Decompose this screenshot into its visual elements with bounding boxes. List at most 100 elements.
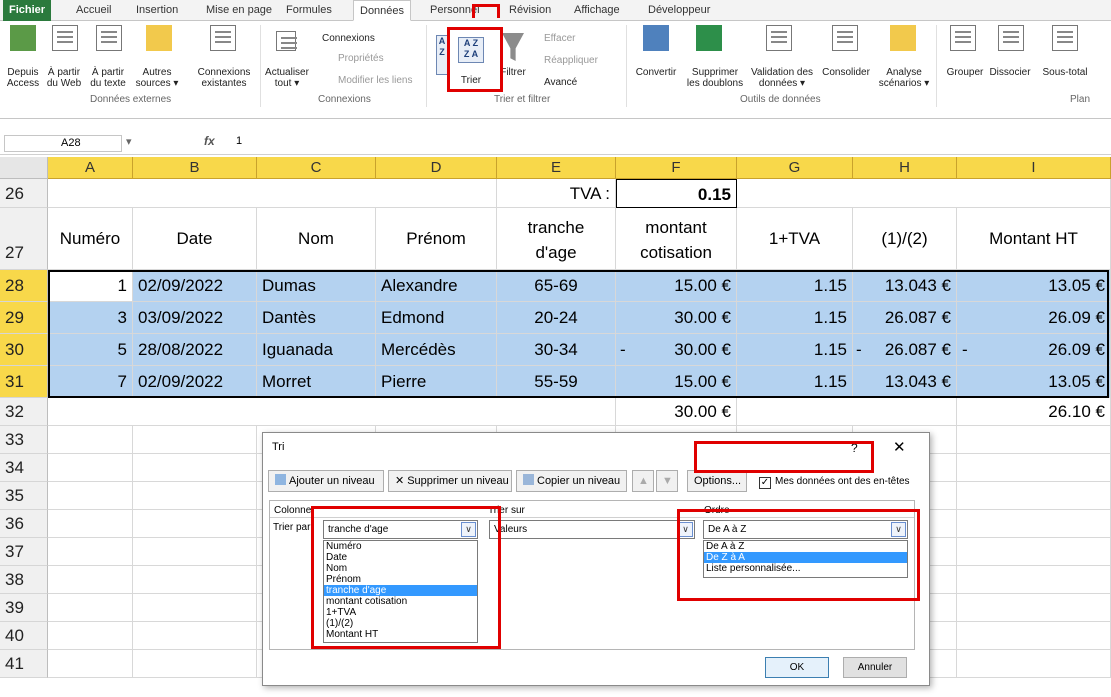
function-icon[interactable]: fx bbox=[204, 134, 215, 148]
row-header[interactable]: 34 bbox=[0, 454, 48, 482]
empty-cell[interactable] bbox=[48, 566, 133, 594]
empty-cell[interactable] bbox=[133, 594, 257, 622]
row-header[interactable]: 30 bbox=[0, 334, 48, 366]
table-cell[interactable]: 15.00 € bbox=[616, 270, 737, 302]
table-cell[interactable]: Morret bbox=[257, 366, 376, 398]
tab-donnees[interactable]: Données bbox=[353, 0, 412, 21]
subtotal-button[interactable]: Sous-total bbox=[1036, 67, 1094, 78]
row-header[interactable]: 35 bbox=[0, 482, 48, 510]
row-header[interactable]: 39 bbox=[0, 594, 48, 622]
column-header-e[interactable]: E bbox=[497, 157, 616, 179]
table-cell[interactable]: 26.09 € bbox=[957, 302, 1111, 334]
existing-connections-button[interactable]: Connexions existantes bbox=[194, 67, 254, 89]
copy-level-button[interactable]: Copier un niveau bbox=[516, 470, 627, 492]
empty-cell[interactable] bbox=[48, 510, 133, 538]
formula-input[interactable]: 1 bbox=[236, 135, 242, 147]
table-cell[interactable]: Dantès bbox=[257, 302, 376, 334]
ungroup-button[interactable]: Dissocier bbox=[986, 67, 1034, 78]
empty-cell[interactable] bbox=[133, 650, 257, 678]
table-cell[interactable]: Iguanada bbox=[257, 334, 376, 366]
convert-button[interactable]: Convertir bbox=[630, 67, 682, 78]
table-cell[interactable]: 26.087 € bbox=[853, 334, 957, 366]
move-down-button[interactable]: ▼ bbox=[656, 470, 678, 492]
empty-cell[interactable] bbox=[133, 482, 257, 510]
table-cell[interactable]: Dumas bbox=[257, 270, 376, 302]
table-cell[interactable]: 1.15 bbox=[737, 334, 853, 366]
table-cell[interactable]: 02/09/2022 bbox=[133, 366, 257, 398]
empty-cell[interactable] bbox=[133, 538, 257, 566]
column-header-a[interactable]: A bbox=[48, 157, 133, 179]
column-header-c[interactable]: C bbox=[257, 157, 376, 179]
table-cell[interactable]: 15.00 € bbox=[616, 366, 737, 398]
tab-developpeur[interactable]: Développeur bbox=[648, 0, 710, 21]
empty-cell[interactable] bbox=[957, 510, 1111, 538]
table-cell[interactable]: 3 bbox=[48, 302, 133, 334]
data-validation-button[interactable]: Validation des données ▾ bbox=[748, 67, 816, 89]
tab-revision[interactable]: Révision bbox=[509, 0, 551, 21]
empty-cell[interactable] bbox=[48, 482, 133, 510]
cancel-button[interactable]: Annuler bbox=[843, 657, 907, 678]
empty-cell[interactable] bbox=[48, 454, 133, 482]
table-cell[interactable]: 30-34 bbox=[497, 334, 616, 366]
name-box[interactable]: A28 bbox=[4, 135, 122, 152]
table-cell[interactable]: 20-24 bbox=[497, 302, 616, 334]
table-cell[interactable]: 13.043 € bbox=[853, 270, 957, 302]
delete-level-button[interactable]: ✕ Supprimer un niveau bbox=[388, 470, 512, 492]
empty-cells[interactable] bbox=[737, 398, 957, 426]
table-cell[interactable]: 30.00 € bbox=[616, 302, 737, 334]
table-cell[interactable]: 26.09 € bbox=[957, 334, 1111, 366]
move-up-button[interactable]: ▲ bbox=[632, 470, 654, 492]
empty-cell[interactable] bbox=[48, 594, 133, 622]
total-ht-cell[interactable]: 26.10 € bbox=[957, 398, 1111, 426]
empty-cell[interactable] bbox=[957, 482, 1111, 510]
ok-button[interactable]: OK bbox=[765, 657, 829, 678]
table-cell[interactable]: 28/08/2022 bbox=[133, 334, 257, 366]
table-cell[interactable]: 5 bbox=[48, 334, 133, 366]
table-cell[interactable]: 03/09/2022 bbox=[133, 302, 257, 334]
empty-cell[interactable] bbox=[133, 622, 257, 650]
header-ratio[interactable]: (1)/(2) bbox=[853, 208, 957, 270]
column-header-f[interactable]: F bbox=[616, 157, 737, 179]
row-header[interactable]: 26 bbox=[0, 179, 48, 208]
row-header[interactable]: 38 bbox=[0, 566, 48, 594]
advanced-filter-link[interactable]: Avancé bbox=[544, 77, 577, 88]
empty-cell[interactable] bbox=[957, 566, 1111, 594]
row-header[interactable]: 36 bbox=[0, 510, 48, 538]
empty-cell[interactable] bbox=[957, 650, 1111, 678]
headers-checkbox[interactable]: ✓ bbox=[759, 477, 771, 489]
row-header[interactable]: 41 bbox=[0, 650, 48, 678]
tab-mise-en-page[interactable]: Mise en page bbox=[206, 0, 272, 21]
table-cell[interactable]: Alexandre bbox=[376, 270, 497, 302]
table-cell[interactable]: 13.05 € bbox=[957, 366, 1111, 398]
table-cell[interactable]: 1 bbox=[48, 270, 133, 302]
header-tva[interactable]: 1+TVA bbox=[737, 208, 853, 270]
remove-duplicates-button[interactable]: Supprimer les doublons bbox=[684, 67, 746, 89]
empty-cell[interactable] bbox=[48, 426, 133, 454]
empty-cell[interactable] bbox=[48, 650, 133, 678]
header-tranche[interactable]: tranche d'age bbox=[497, 208, 616, 270]
table-cell[interactable]: 26.087 € bbox=[853, 302, 957, 334]
reapply-link[interactable]: Réappliquer bbox=[544, 55, 598, 66]
tab-accueil[interactable]: Accueil bbox=[76, 0, 111, 21]
empty-cell[interactable] bbox=[957, 426, 1111, 454]
refresh-all-button[interactable]: Actualiser tout ▾ bbox=[262, 67, 312, 89]
column-header-h[interactable]: H bbox=[853, 157, 957, 179]
table-cell[interactable]: 55-59 bbox=[497, 366, 616, 398]
select-all-corner[interactable] bbox=[0, 157, 48, 179]
empty-cell[interactable] bbox=[133, 454, 257, 482]
tab-fichier[interactable]: Fichier bbox=[3, 0, 52, 21]
what-if-analysis-button[interactable]: Analyse scénarios ▾ bbox=[876, 67, 932, 89]
sort-on-combo[interactable]: Valeurs ∨ bbox=[489, 520, 695, 539]
table-cell[interactable]: 1.15 bbox=[737, 302, 853, 334]
tab-formules[interactable]: Formules bbox=[286, 0, 332, 21]
table-cell[interactable]: Pierre bbox=[376, 366, 497, 398]
table-cell[interactable]: 13.05 € bbox=[957, 270, 1111, 302]
column-header-d[interactable]: D bbox=[376, 157, 497, 179]
header-prenom[interactable]: Prénom bbox=[376, 208, 497, 270]
table-cell[interactable]: Edmond bbox=[376, 302, 497, 334]
table-cell[interactable]: 1.15 bbox=[737, 270, 853, 302]
header-montant[interactable]: montant cotisation bbox=[616, 208, 737, 270]
group-button[interactable]: Grouper bbox=[944, 67, 986, 78]
column-header-g[interactable]: G bbox=[737, 157, 853, 179]
close-button[interactable]: ✕ bbox=[893, 438, 906, 456]
